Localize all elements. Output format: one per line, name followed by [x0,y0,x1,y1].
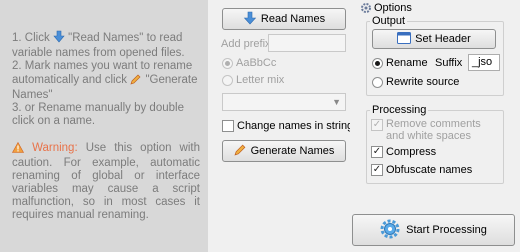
options-panel: Options Output Set Header Rename Suffix … [350,0,520,252]
rewrite-source-radio[interactable] [372,77,383,88]
start-processing-button[interactable]: Start Processing [352,214,515,246]
read-names-icon [243,11,257,28]
instructions-panel: 1. Click "Read Names" to read variable n… [0,0,208,252]
change-names-label: Change names in string [237,120,354,132]
instruction-step-1: 1. Click "Read Names" to read variable n… [12,30,185,59]
obfuscate-names-checkbox[interactable]: ✓ [371,164,383,176]
gear-icon [380,219,400,242]
rewrite-source-label: Rewrite source [386,76,460,88]
output-legend: Output [370,15,408,27]
rename-controls-panel: Read Names Add prefix AaBbCc Letter mix … [208,0,354,252]
warning-label: Warning: [32,142,78,154]
letter-mix-radio[interactable] [222,75,233,86]
obfuscate-names-label: Obfuscate names [386,164,473,176]
rename-radio[interactable] [372,58,383,69]
rename-label: Rename [386,57,428,69]
set-header-button[interactable]: Set Header [372,29,496,49]
compress-checkbox[interactable]: ✓ [371,146,383,158]
aabbcc-radio[interactable] [222,58,233,69]
suffix-input[interactable]: _jso [468,54,500,71]
pencil-icon [130,73,142,89]
name-style-dropdown[interactable]: ▼ [222,93,346,111]
warning-note: Warning: Use this option with caution. F… [11,141,201,221]
instruction-step-3: 3. or Rename manually by double click on… [12,102,184,127]
instruction-step-2: 2. Mark names you want to rename automat… [12,60,198,101]
prefix-input[interactable] [268,34,346,52]
remove-comments-label: Remove comments and white spaces [386,118,481,142]
aabbcc-label: AaBbCc [236,57,277,69]
suffix-label: Suffix [435,57,463,69]
change-names-checkbox[interactable] [222,120,234,132]
read-names-arrow-icon [53,30,65,47]
processing-legend: Processing [370,104,429,116]
compress-label: Compress [386,146,437,158]
letter-mix-label: Letter mix [236,74,285,86]
read-names-button[interactable]: Read Names [222,8,346,30]
chevron-down-icon: ▼ [332,97,341,107]
generate-names-button[interactable]: Generate Names [222,140,346,162]
remove-comments-checkbox[interactable]: ✓ [371,119,383,131]
options-title: Options [374,2,412,14]
pencil-icon [234,143,247,159]
header-window-icon [397,31,412,47]
warning-icon [11,141,25,157]
add-prefix-label: Add prefix [221,38,271,50]
